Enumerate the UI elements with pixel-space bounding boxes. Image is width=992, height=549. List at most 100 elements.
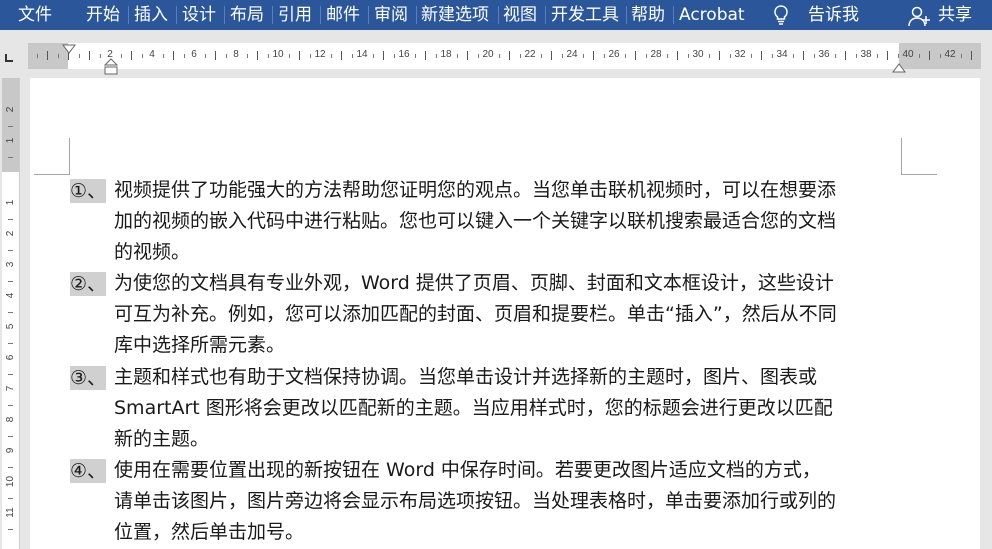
paragraph-line: SmartArt 图形将会更改以匹配新的主题。当应用样式时，您的标题会进行更改以…	[114, 397, 833, 419]
ruler-tick	[162, 54, 164, 58]
ruler-number: 1	[5, 137, 16, 144]
tab-review[interactable]: 审阅	[374, 0, 408, 30]
list-number: ④、	[70, 459, 107, 483]
vertical-ruler[interactable]: 2 1 1 2 3 4 5 6 7 8 9 10 11	[2, 78, 20, 549]
ruler-number: 10	[272, 49, 284, 60]
ruler-tick	[173, 51, 174, 60]
ruler-tick	[414, 54, 416, 58]
ruler-number: 12	[314, 49, 326, 60]
ruler-tick	[8, 435, 13, 437]
ruler-tick	[845, 51, 846, 60]
ruler-tick	[8, 156, 13, 158]
lightbulb-icon[interactable]	[772, 4, 790, 30]
list-item[interactable]: ①、 视频提供了功能强大的方法帮助您证明您的观点。当您单击联机视频时，可以在想要添…	[70, 175, 900, 268]
list-item[interactable]: ②、 为使您的文档具有专业外观，Word 提供了页眉、页脚、封面和文本框设计，这些…	[70, 268, 900, 361]
ruler-tick	[624, 54, 626, 58]
ruler-tick	[792, 54, 794, 58]
share-person-icon[interactable]	[908, 5, 932, 31]
horizontal-ruler[interactable]: 2 4 6 8 10 12 14 16 18 20 22 24 26 28 30 32 34 36 38 40 42	[28, 43, 981, 69]
first-line-indent-marker[interactable]	[62, 39, 76, 58]
tab-insert[interactable]: 插入	[134, 0, 168, 30]
tab-separator	[224, 6, 225, 24]
paragraph-line: 请单击该图片，图片旁边将会显示布局选项按钮。当处理表格时，单击要添加行或列的	[114, 490, 837, 512]
ruler-tick	[456, 54, 458, 58]
ruler-number: 32	[734, 49, 746, 60]
paragraph-line: 主题和样式也有助于文档保持协调。当您单击设计并选择新的主题时，图片、图表或	[114, 366, 818, 388]
ruler-number: 38	[860, 49, 872, 60]
ruler-tick	[582, 54, 584, 58]
ruler-tick	[876, 54, 878, 58]
ruler-tick	[299, 51, 300, 60]
tab-layout[interactable]: 布局	[230, 0, 264, 30]
document-page[interactable]: ①、 视频提供了功能强大的方法帮助您证明您的观点。当您单击联机视频时，可以在想要添…	[30, 78, 980, 549]
ruler-tick	[834, 54, 836, 58]
ruler-number: 10	[5, 475, 16, 488]
tab-developer[interactable]: 开发工具	[551, 0, 619, 30]
ruler-tick	[960, 54, 962, 58]
ruler-number: 16	[398, 49, 410, 60]
tab-references[interactable]: 引用	[278, 0, 312, 30]
share-button[interactable]: 共享	[938, 0, 972, 30]
ruler-number: 6	[191, 49, 197, 60]
ruler-tick	[47, 51, 48, 60]
ruler-tick	[803, 51, 804, 60]
tab-design[interactable]: 设计	[182, 0, 216, 30]
ruler-tick	[887, 51, 888, 60]
tab-acrobat[interactable]: Acrobat	[679, 0, 745, 30]
ruler-number: 22	[524, 49, 536, 60]
list-item[interactable]: ④、 使用在需要位置出现的新按钮在 Word 中保存时间。若要更改图片适应文档的方…	[70, 455, 900, 548]
ruler-number: 5	[5, 323, 16, 330]
ruler-tick	[666, 54, 668, 58]
hanging-indent-marker[interactable]	[103, 58, 119, 80]
crop-mark	[34, 174, 70, 175]
tab-separator	[368, 6, 369, 24]
tab-separator	[673, 6, 674, 24]
ruler-tick	[467, 51, 468, 60]
tab-mailings[interactable]: 邮件	[326, 0, 360, 30]
ruler-tick	[708, 54, 710, 58]
ruler-tick	[36, 54, 38, 58]
tab-separator	[320, 6, 321, 24]
tab-stop-selector-icon[interactable]	[4, 48, 14, 62]
ruler-number: 34	[776, 49, 788, 60]
tab-help[interactable]: 帮助	[631, 0, 665, 30]
list-item[interactable]: ③、 主题和样式也有助于文档保持协调。当您单击设计并选择新的主题时，图片、图表或 …	[70, 362, 900, 455]
ruler-tick	[509, 51, 510, 60]
tab-home[interactable]: 开始	[86, 0, 120, 30]
ruler-tick	[89, 51, 90, 60]
tab-file[interactable]: 文件	[18, 0, 52, 30]
ruler-number: 28	[650, 49, 662, 60]
paragraph-line: 视频提供了功能强大的方法帮助您证明您的观点。当您单击联机视频时，可以在想要添	[114, 179, 837, 201]
ruler-tick	[971, 51, 972, 60]
tab-new-options[interactable]: 新建选项	[421, 0, 489, 30]
ruler-tick	[498, 54, 500, 58]
tab-view[interactable]: 视图	[503, 0, 537, 30]
ruler-row: 2 4 6 8 10 12 14 16 18 20 22 24 26 28 30 32 34 36 38 40 42	[0, 30, 992, 78]
ruler-tick	[341, 51, 342, 60]
ruler-tick	[540, 54, 542, 58]
paragraph-line: 位置，然后单击加号。	[114, 521, 305, 543]
tab-separator	[498, 6, 499, 24]
right-indent-marker[interactable]	[892, 58, 906, 77]
ruler-number: 26	[608, 49, 620, 60]
ruler-tick	[929, 51, 930, 60]
tab-separator	[272, 6, 273, 24]
ruler-tick	[246, 54, 248, 58]
ruler-tick	[8, 373, 13, 375]
ruler-tick	[372, 54, 374, 58]
ruler-tick	[8, 404, 13, 406]
ruler-number: 24	[566, 49, 578, 60]
ruler-tick	[8, 311, 13, 313]
ruler-tick	[8, 125, 13, 127]
ruler-tick	[204, 54, 206, 58]
tell-me-search[interactable]: 告诉我	[808, 0, 859, 30]
paragraph-line: 的视频。	[114, 241, 191, 263]
ruler-tick	[8, 528, 13, 530]
ruler-number: 11	[5, 507, 16, 518]
ruler-number: 14	[356, 49, 368, 60]
crop-mark	[901, 138, 902, 174]
ruler-number: 4	[149, 49, 155, 60]
ruler-tick	[78, 54, 80, 58]
ruler-number: 4	[5, 292, 16, 299]
ruler-tick	[288, 54, 290, 58]
